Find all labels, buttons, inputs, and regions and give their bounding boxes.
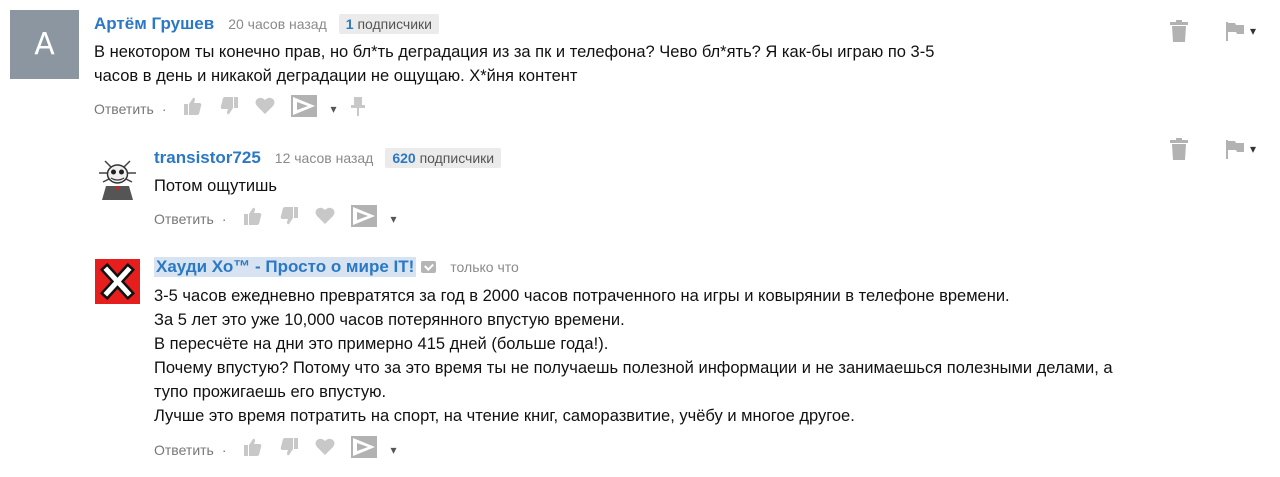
separator: ·	[221, 210, 227, 227]
thumbs-up-icon[interactable]	[243, 437, 263, 462]
comment-line: часов в день и никакой деградации не ощу…	[94, 67, 578, 85]
chevron-down-icon[interactable]: ▾	[1250, 24, 1256, 38]
comment-text: Потом ощутишь	[154, 174, 277, 198]
comment-line: тупо прожигаешь его впустую.	[154, 383, 387, 401]
comment-actions: Ответить · ▾	[154, 205, 397, 232]
timestamp[interactable]: 12 часов назад	[275, 150, 374, 166]
flag-icon[interactable]	[1226, 139, 1244, 159]
flag-icon[interactable]	[1226, 21, 1244, 41]
subscriber-badge: 1 подписчики	[338, 14, 439, 34]
thumbs-down-icon[interactable]	[279, 206, 299, 231]
comment-tools: ▾	[1170, 138, 1256, 160]
comment-text: 3-5 часов ежедневно превратятся за год в…	[154, 284, 1113, 428]
comment-header: Артём Грушев 20 часов назад 1 подписчики	[94, 14, 439, 34]
timestamp[interactable]: 20 часов назад	[228, 16, 327, 32]
comment-tools: ▾	[1170, 20, 1256, 42]
subscriber-count: 1	[345, 16, 354, 32]
thumbs-down-icon[interactable]	[279, 437, 299, 462]
comment-actions: Ответить · ▾	[94, 95, 373, 122]
subscriber-label: подписчики	[419, 150, 495, 166]
chevron-down-icon[interactable]: ▾	[391, 212, 397, 226]
reply-button[interactable]: Ответить	[154, 211, 214, 227]
chevron-down-icon[interactable]: ▾	[331, 102, 337, 116]
comment-line: В пересчёте на дни это примерно 415 дней…	[154, 335, 609, 353]
reply-button[interactable]: Ответить	[154, 442, 214, 458]
subscriber-label: подписчики	[357, 16, 432, 32]
chevron-down-icon[interactable]: ▾	[1250, 142, 1256, 156]
avatar[interactable]	[95, 259, 140, 304]
thumbs-down-icon[interactable]	[219, 96, 239, 121]
thumbs-up-icon[interactable]	[183, 96, 203, 121]
separator: ·	[221, 441, 227, 458]
subscriber-badge: 620 подписчики	[385, 148, 502, 168]
heart-icon[interactable]	[315, 207, 335, 230]
promote-icon[interactable]	[350, 436, 377, 463]
comment-actions: Ответить · ▾	[154, 436, 397, 463]
avatar[interactable]	[95, 155, 140, 200]
separator: ·	[161, 100, 167, 117]
reply-button[interactable]: Ответить	[94, 101, 154, 117]
comment-text: В некотором ты конечно прав, но бл*ть де…	[94, 40, 934, 88]
comment-line: 3-5 часов ежедневно превратятся за год в…	[154, 287, 1010, 305]
author-name[interactable]: Артём Грушев	[94, 14, 214, 34]
promote-icon[interactable]	[350, 205, 377, 232]
pin-icon[interactable]	[350, 96, 365, 121]
chevron-down-icon[interactable]: ▾	[391, 443, 397, 457]
author-name[interactable]: Хауди Хо™ - Просто о мире IT!	[154, 257, 417, 277]
subscriber-count: 620	[392, 150, 416, 166]
comment-line: За 5 лет это уже 10,000 часов потерянног…	[154, 311, 625, 329]
comment-line: Потом ощутишь	[154, 177, 277, 195]
heart-icon[interactable]	[255, 97, 275, 120]
heart-icon[interactable]	[315, 438, 335, 461]
comment-line: Почему впустую? Потому что за это время …	[154, 359, 1113, 377]
trash-icon[interactable]	[1170, 138, 1188, 160]
comment-header: Хауди Хо™ - Просто о мире IT! только что	[154, 257, 519, 277]
trash-icon[interactable]	[1170, 20, 1188, 42]
comment-header: transistor725 12 часов назад 620 подписч…	[154, 148, 502, 168]
avatar[interactable]: А	[10, 10, 79, 79]
comment-line: В некотором ты конечно прав, но бл*ть де…	[94, 43, 935, 61]
promote-icon[interactable]	[290, 95, 317, 122]
author-name[interactable]: transistor725	[154, 148, 261, 168]
verified-icon	[421, 261, 437, 273]
thumbs-up-icon[interactable]	[243, 206, 263, 231]
timestamp[interactable]: только что	[450, 259, 519, 275]
comment-line: Лучше это время потратить на спорт, на ч…	[154, 407, 855, 425]
